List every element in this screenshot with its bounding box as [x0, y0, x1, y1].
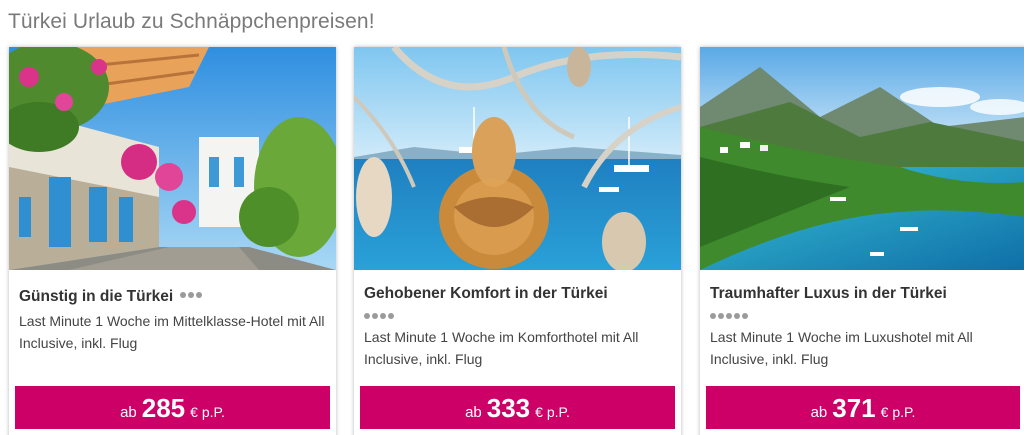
price-suffix: € p.P. — [880, 404, 916, 420]
offer-title[interactable]: Günstig in die Türkei — [19, 284, 326, 307]
offer-title-text[interactable]: Günstig in die Türkei — [19, 288, 173, 305]
price-button[interactable]: ab 333 € p.P. — [360, 386, 675, 429]
star-icon — [380, 313, 386, 319]
star-icon — [196, 292, 203, 298]
offer-title-text[interactable]: Traumhafter Luxus in der Türkei — [710, 285, 947, 302]
star-icon — [388, 313, 394, 319]
price-amount: 333 — [486, 393, 531, 423]
price-prefix: ab — [465, 404, 482, 421]
star-icon — [372, 313, 378, 319]
price-prefix: ab — [810, 404, 828, 421]
star-rating — [364, 305, 671, 319]
offer-image-bay[interactable] — [700, 47, 1024, 270]
offer-title-text[interactable]: Gehobener Komfort in der Türkei — [364, 285, 608, 302]
price-suffix: € p.P. — [190, 404, 225, 420]
star-icon — [180, 292, 187, 298]
star-icon — [718, 313, 724, 319]
offers-section: Türkei Urlaub zu Schnäppchenpreisen! Gün… — [0, 0, 1024, 435]
price-amount: 371 — [832, 393, 876, 423]
offer-body: Gehobener Komfort in der Türkei Last Min… — [354, 270, 681, 389]
offer-image-gourd-lamps[interactable] — [354, 47, 681, 270]
price-button[interactable]: ab 371 € p.P. — [706, 386, 1020, 429]
offer-description: Last Minute 1 Woche im Komforthotel mit … — [364, 329, 639, 367]
star-icon — [188, 292, 195, 298]
offer-description: Last Minute 1 Woche im Mittelklasse-Hote… — [19, 313, 325, 351]
star-icon — [734, 313, 740, 319]
price-button[interactable]: ab 285 € p.P. — [15, 386, 330, 429]
offer-card-budget[interactable]: Günstig in die Türkei Last Minute 1 Woch… — [9, 47, 336, 435]
star-rating — [180, 284, 204, 304]
offer-description: Last Minute 1 Woche im Luxushotel mit Al… — [710, 329, 973, 367]
offer-title[interactable]: Gehobener Komfort in der Türkei — [364, 284, 671, 319]
star-icon — [742, 313, 748, 319]
star-icon — [726, 313, 732, 319]
star-icon — [710, 313, 716, 319]
offer-body: Günstig in die Türkei Last Minute 1 Woch… — [9, 270, 336, 389]
offer-body: Traumhafter Luxus in der Türkei Last Min… — [700, 270, 1024, 389]
star-rating — [710, 305, 1016, 319]
price-prefix: ab — [120, 404, 137, 421]
offer-image-street[interactable] — [9, 47, 336, 270]
offer-card-luxury[interactable]: Traumhafter Luxus in der Türkei Last Min… — [700, 47, 1024, 435]
offer-card-comfort[interactable]: Gehobener Komfort in der Türkei Last Min… — [354, 47, 681, 435]
section-title: Türkei Urlaub zu Schnäppchenpreisen! — [8, 10, 375, 33]
offer-title[interactable]: Traumhafter Luxus in der Türkei — [710, 284, 1016, 319]
star-icon — [364, 313, 370, 319]
price-suffix: € p.P. — [535, 404, 570, 420]
price-amount: 285 — [141, 393, 186, 423]
